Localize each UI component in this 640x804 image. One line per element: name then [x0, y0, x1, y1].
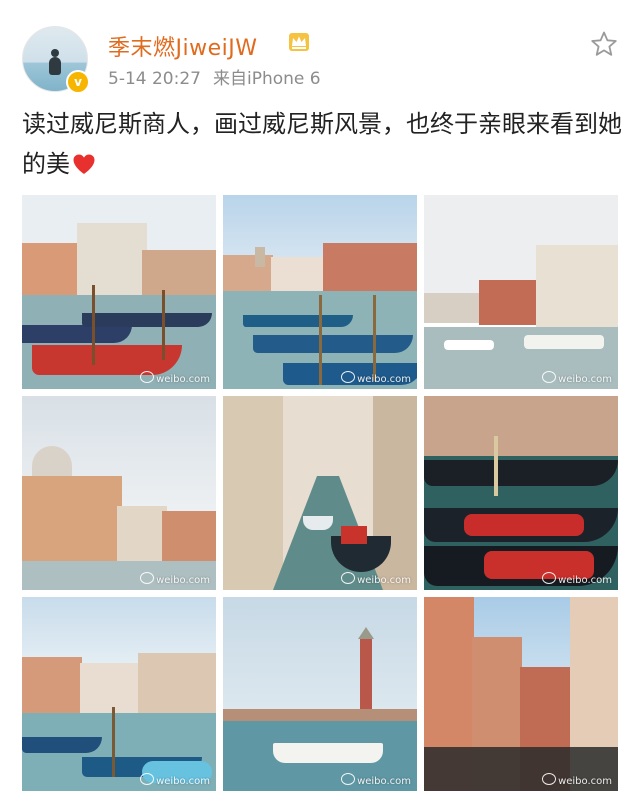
post-source[interactable]: 来自iPhone 6 — [213, 69, 321, 89]
photo-4[interactable]: weibo.com — [22, 396, 216, 590]
photo-6[interactable]: weibo.com — [424, 396, 618, 590]
crown-icon[interactable] — [288, 32, 310, 52]
post-meta: 5-14 20:27 来自iPhone 6 — [108, 64, 321, 89]
photo-8[interactable]: weibo.com — [223, 597, 417, 791]
weibo-watermark: weibo.com — [140, 371, 210, 385]
image-grid: weibo.com weibo.com weibo.com weibo.com … — [22, 195, 618, 791]
photo-2[interactable]: weibo.com — [223, 195, 417, 389]
photo-3[interactable]: weibo.com — [424, 195, 618, 389]
post-time: 5-14 20:27 — [108, 69, 201, 89]
weibo-watermark: weibo.com — [341, 572, 411, 586]
star-icon[interactable] — [590, 30, 618, 58]
photo-7[interactable]: weibo.com — [22, 597, 216, 791]
weibo-watermark: weibo.com — [341, 371, 411, 385]
weibo-post: v 季末燃JiweiJW 5-14 20:27 来自iPhone 6 读过威尼斯商… — [0, 0, 640, 804]
weibo-watermark: weibo.com — [341, 773, 411, 787]
username[interactable]: 季末燃JiweiJW — [108, 30, 257, 62]
photo-1[interactable]: weibo.com — [22, 195, 216, 389]
post-text-content: 读过威尼斯商人，画过威尼斯风景，也终于亲眼来看到她的美 — [22, 110, 622, 178]
weibo-watermark: weibo.com — [140, 773, 210, 787]
weibo-watermark: weibo.com — [140, 572, 210, 586]
weibo-watermark: weibo.com — [542, 572, 612, 586]
heart-icon — [73, 154, 95, 174]
photo-9[interactable]: weibo.com — [424, 597, 618, 791]
photo-5[interactable]: weibo.com — [223, 396, 417, 590]
weibo-watermark: weibo.com — [542, 773, 612, 787]
verified-badge-icon: v — [66, 70, 90, 94]
post-text: 读过威尼斯商人，画过威尼斯风景，也终于亲眼来看到她的美 — [22, 104, 622, 184]
weibo-watermark: weibo.com — [542, 371, 612, 385]
